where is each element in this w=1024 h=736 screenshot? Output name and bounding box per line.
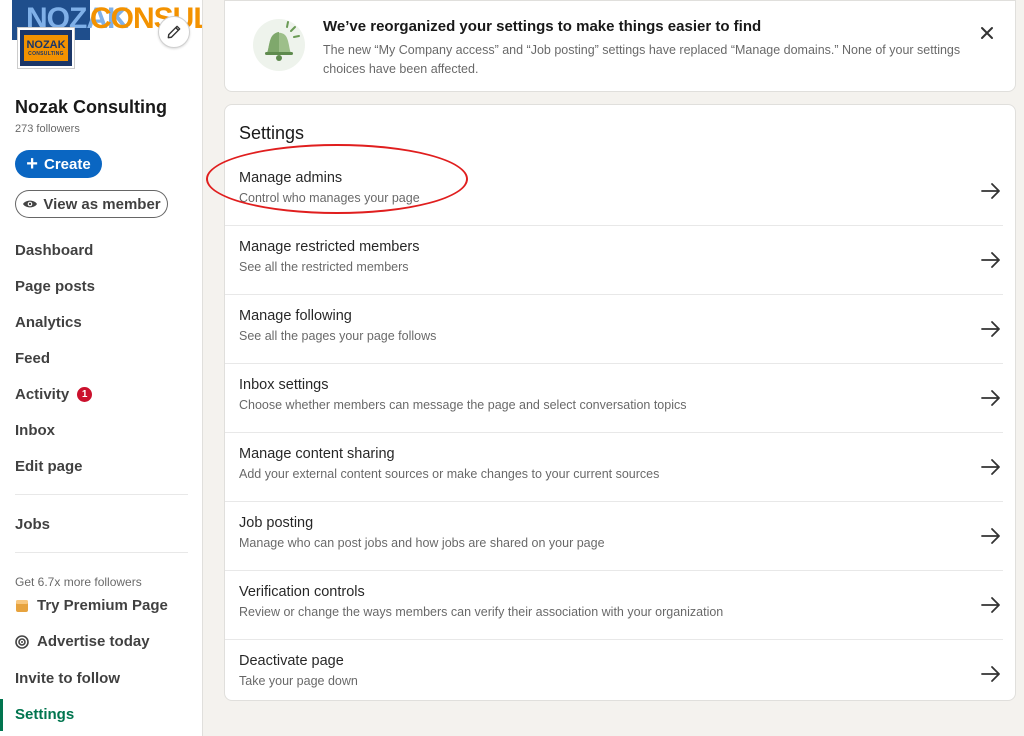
edit-cover-button[interactable] [158,16,190,48]
arrow-right-icon [981,666,1000,682]
settings-row-manage-admins[interactable]: Manage admins Control who manages your p… [225,157,1015,226]
create-label: Create [43,155,91,173]
row-title: Job posting [239,515,314,531]
nav-label: Inbox [15,422,55,439]
nav-divider [15,552,188,553]
arrow-right-icon [981,597,1000,613]
invite-label: Invite to follow [15,670,120,687]
notification-badge: 1 [77,387,93,402]
nav-item-settings[interactable]: Settings [15,706,74,723]
arrow-right-icon [981,183,1000,199]
arrow-right-icon [981,252,1000,268]
nav-item-page-posts[interactable]: Page posts [15,278,95,295]
nav-item-analytics[interactable]: Analytics [15,314,82,331]
nav-label: Jobs [15,516,51,533]
active-indicator [0,699,3,731]
eye-icon [23,200,38,208]
settings-row-job-posting[interactable]: Job posting Manage who can post jobs and… [225,502,1015,571]
nav-label: Settings [15,706,75,723]
nav-label: Analytics [15,314,82,331]
pencil-icon [167,25,181,39]
close-icon [981,27,993,39]
notice-title: We’ve reorganized your settings to make … [323,18,762,35]
follower-count: 273 followers [15,123,80,135]
row-subtitle: Manage who can post jobs and how jobs ar… [239,536,605,550]
sidebar: NOZAK CONSULTI NOZAK CONSULTING Nozak Co… [0,0,203,736]
org-name: Nozak Consulting [15,97,167,117]
nav-item-dashboard[interactable]: Dashboard [15,242,93,259]
row-subtitle: Add your external content sources or mak… [239,467,660,481]
invite-to-follow-link[interactable]: Invite to follow [15,670,120,687]
try-premium-link[interactable]: Try Premium Page [15,597,168,614]
nav-label: Edit page [15,458,83,475]
nav-item-edit-page[interactable]: Edit page [15,458,83,475]
target-icon [15,634,29,649]
row-subtitle: Take your page down [239,674,358,688]
logo-inner: NOZAK CONSULTING [23,34,69,62]
nav-label: Activity [15,386,70,403]
premium-label: Try Premium Page [37,597,168,614]
arrow-right-icon [981,459,1000,475]
arrow-right-icon [981,528,1000,544]
settings-card: Settings Manage admins Control who manag… [224,104,1016,701]
row-subtitle: See all the pages your page follows [239,329,437,343]
row-subtitle: See all the restricted members [239,260,409,274]
nav-divider [15,494,188,495]
row-subtitle: Review or change the ways members can ve… [239,605,724,619]
row-title: Manage restricted members [239,239,420,255]
nav-item-feed[interactable]: Feed [15,350,50,367]
settings-row-restricted-members[interactable]: Manage restricted members See all the re… [225,226,1015,295]
settings-row-verification-controls[interactable]: Verification controls Review or change t… [225,571,1015,640]
nav-label: Page posts [15,278,96,295]
arrow-right-icon [981,390,1000,406]
create-button[interactable]: + Create [15,150,102,178]
row-title: Inbox settings [239,377,329,393]
nav-item-activity[interactable]: Activity 1 [15,386,93,403]
row-title: Manage admins [239,170,343,186]
row-subtitle: Control who manages your page [239,191,420,205]
settings-row-manage-following[interactable]: Manage following See all the pages your … [225,295,1015,364]
bell-icon [253,19,305,71]
row-title: Manage following [239,308,352,324]
settings-title: Settings [239,123,305,143]
company-logo[interactable]: NOZAK CONSULTING [18,28,74,68]
reorganized-notice: We’ve reorganized your settings to make … [224,0,1016,92]
settings-row-content-sharing[interactable]: Manage content sharing Add your external… [225,433,1015,502]
plus-icon: + [26,153,38,175]
row-title: Manage content sharing [239,446,395,462]
view-as-member-button[interactable]: View as member [15,190,168,218]
settings-row-inbox-settings[interactable]: Inbox settings Choose whether members ca… [225,364,1015,433]
view-as-member-label: View as member [43,195,161,213]
premium-icon [16,599,28,612]
nav-label: Feed [15,350,51,367]
row-subtitle: Choose whether members can message the p… [239,398,687,412]
logo-sub-text: CONSULTING [28,50,64,57]
nav-item-inbox[interactable]: Inbox [15,422,55,439]
nav-item-jobs[interactable]: Jobs [15,516,50,533]
promo-text: Get 6.7x more followers [15,575,142,589]
row-title: Deactivate page [239,653,344,669]
logo-main-text: NOZAK [26,38,66,51]
advertise-link[interactable]: Advertise today [15,633,150,650]
notice-body: The new “My Company access” and “Job pos… [323,43,961,76]
settings-row-deactivate-page[interactable]: Deactivate page Take your page down [225,640,1015,709]
nav-label: Dashboard [15,242,94,259]
arrow-right-icon [981,321,1000,337]
advertise-label: Advertise today [37,633,150,650]
row-title: Verification controls [239,584,365,600]
dismiss-notice-button[interactable] [975,21,999,45]
